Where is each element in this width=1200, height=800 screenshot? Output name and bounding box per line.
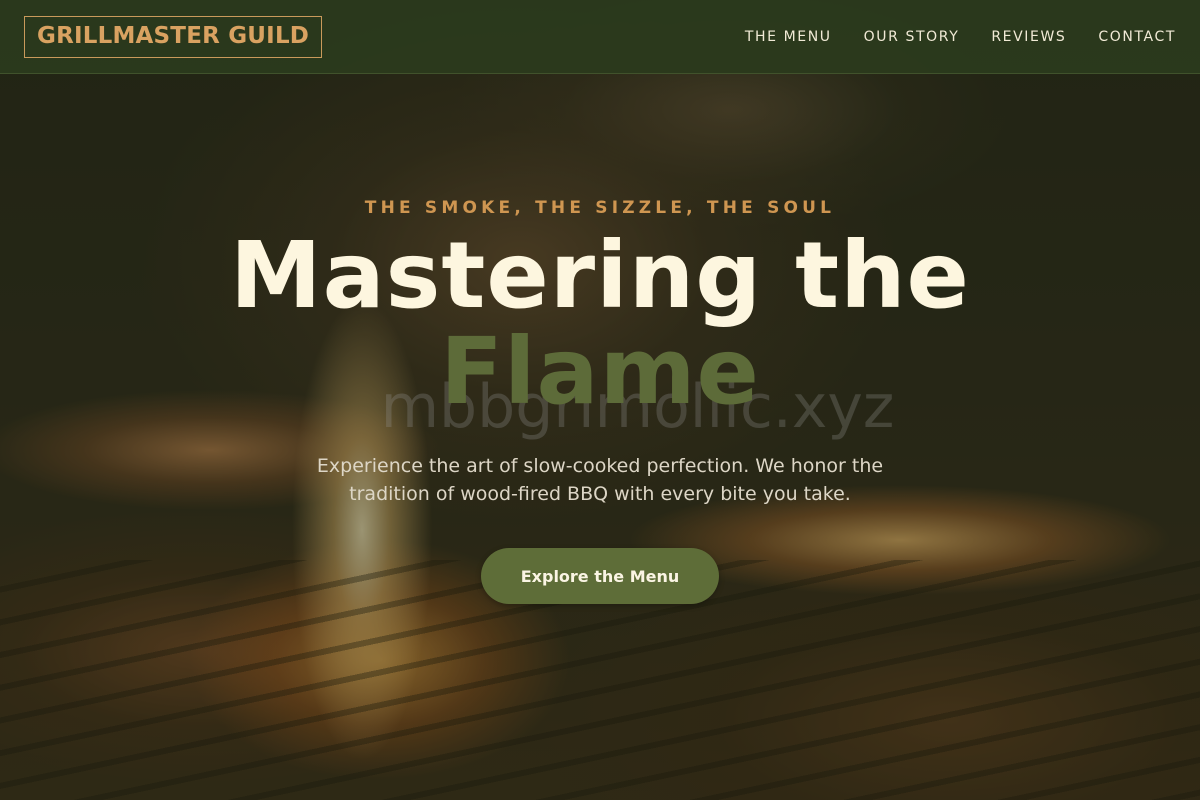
- hero-subtitle: Experience the art of slow-cooked perfec…: [316, 455, 884, 505]
- nav-link-contact[interactable]: CONTACT: [1098, 29, 1176, 45]
- nav-link-the-menu[interactable]: THE MENU: [745, 29, 832, 45]
- landing-page: GRILLMASTER GUILD THE MENU OUR STORY REV…: [0, 0, 1200, 800]
- headline-accent-text: Flame: [440, 318, 760, 425]
- hero-tagline: THE SMOKE, THE SIZZLE, THE SOUL: [364, 198, 836, 218]
- nav-link-reviews[interactable]: REVIEWS: [991, 29, 1066, 45]
- hero-headline: Mastering the Flame: [0, 228, 1200, 420]
- nav-links: THE MENU OUR STORY REVIEWS CONTACT: [745, 0, 1176, 74]
- explore-menu-button[interactable]: Explore the Menu: [481, 548, 719, 604]
- navbar: GRILLMASTER GUILD THE MENU OUR STORY REV…: [0, 0, 1200, 74]
- nav-link-our-story[interactable]: OUR STORY: [864, 29, 960, 45]
- headline-main-text: Mastering the: [230, 222, 970, 329]
- site-logo[interactable]: GRILLMASTER GUILD: [24, 16, 323, 58]
- hero-section: THE SMOKE, THE SIZZLE, THE SOUL Masterin…: [0, 0, 1200, 800]
